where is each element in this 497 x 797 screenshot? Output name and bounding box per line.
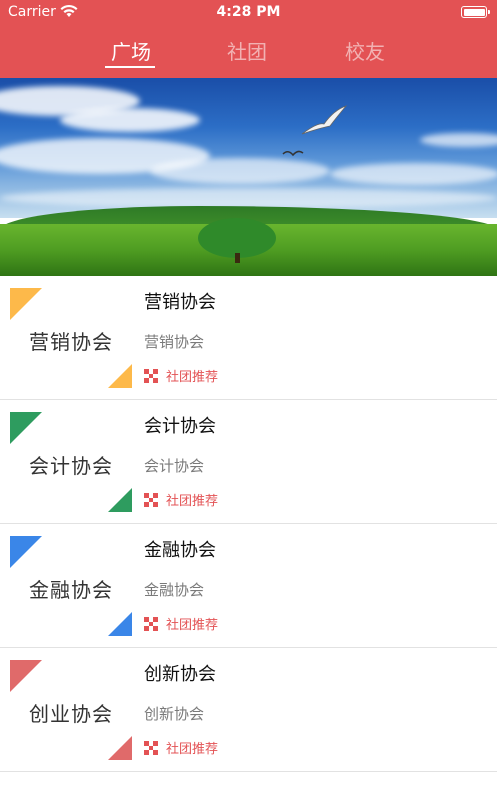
status-bar: Carrier 4:28 PM: [0, 0, 497, 26]
corner-accent: [10, 536, 42, 568]
recommend-tag: 社团推荐: [144, 738, 218, 757]
corner-accent: [108, 612, 132, 636]
cloud: [330, 163, 497, 185]
corner-accent: [108, 736, 132, 760]
list-item[interactable]: 会计协会 会计协会 会计协会 社团推荐: [0, 400, 497, 524]
recommend-label: 社团推荐: [166, 618, 219, 633]
club-thumbnail: 创业协会: [10, 660, 132, 760]
top-header: Carrier 4:28 PM 广场 社团 校友: [0, 0, 497, 78]
list-item[interactable]: 营销协会 营销协会 营销协会 社团推荐: [0, 276, 497, 400]
club-thumbnail: 金融协会: [10, 536, 132, 636]
club-thumbnail: 会计协会: [10, 412, 132, 512]
recommend-tag: 社团推荐: [144, 366, 218, 385]
list-item[interactable]: 金融协会 金融协会 金融协会 社团推荐: [0, 524, 497, 648]
banner-image[interactable]: [0, 78, 497, 276]
corner-accent: [10, 412, 42, 444]
corner-accent: [108, 364, 132, 388]
club-subtitle: 会计协会: [144, 457, 205, 475]
recommend-icon: [144, 368, 158, 383]
recommend-icon: [144, 492, 158, 507]
club-title: 营销协会: [144, 292, 216, 313]
status-time: 4:28 PM: [216, 4, 281, 20]
bird-icon: [282, 150, 304, 157]
club-thumbnail: 营销协会: [10, 288, 132, 388]
corner-accent: [108, 488, 132, 512]
tree-trunk: [235, 253, 240, 263]
recommend-label: 社团推荐: [166, 742, 219, 757]
club-title: 金融协会: [144, 540, 216, 561]
battery-icon: [461, 6, 490, 18]
recommend-label: 社团推荐: [166, 494, 219, 509]
corner-accent: [10, 660, 42, 692]
thumbnail-text: 会计协会: [29, 454, 113, 478]
club-subtitle: 营销协会: [144, 333, 205, 351]
recommend-tag: 社团推荐: [144, 490, 218, 509]
recommend-icon: [144, 740, 158, 755]
tab-bar: 广场 社团 校友: [0, 30, 497, 74]
tab-alumni[interactable]: 校友: [325, 36, 405, 65]
active-tab-indicator: [105, 66, 155, 68]
tab-clubs[interactable]: 社团: [207, 36, 287, 65]
thumbnail-text: 金融协会: [29, 578, 113, 602]
club-title: 会计协会: [144, 416, 216, 437]
tree-crown: [198, 218, 276, 258]
corner-accent: [10, 288, 42, 320]
club-subtitle: 创新协会: [144, 705, 205, 723]
cloud: [150, 158, 330, 184]
tab-square[interactable]: 广场: [91, 36, 171, 65]
cloud: [60, 108, 200, 132]
recommend-tag: 社团推荐: [144, 614, 218, 633]
thumbnail-text: 创业协会: [29, 702, 113, 726]
seagull-icon: [301, 105, 348, 135]
list-item[interactable]: 创业协会 创新协会 创新协会 社团推荐: [0, 648, 497, 772]
club-subtitle: 金融协会: [144, 581, 205, 599]
cloud: [0, 188, 497, 208]
recommend-label: 社团推荐: [166, 370, 219, 385]
thumbnail-text: 营销协会: [29, 330, 113, 354]
club-title: 创新协会: [144, 664, 216, 685]
recommend-icon: [144, 616, 158, 631]
